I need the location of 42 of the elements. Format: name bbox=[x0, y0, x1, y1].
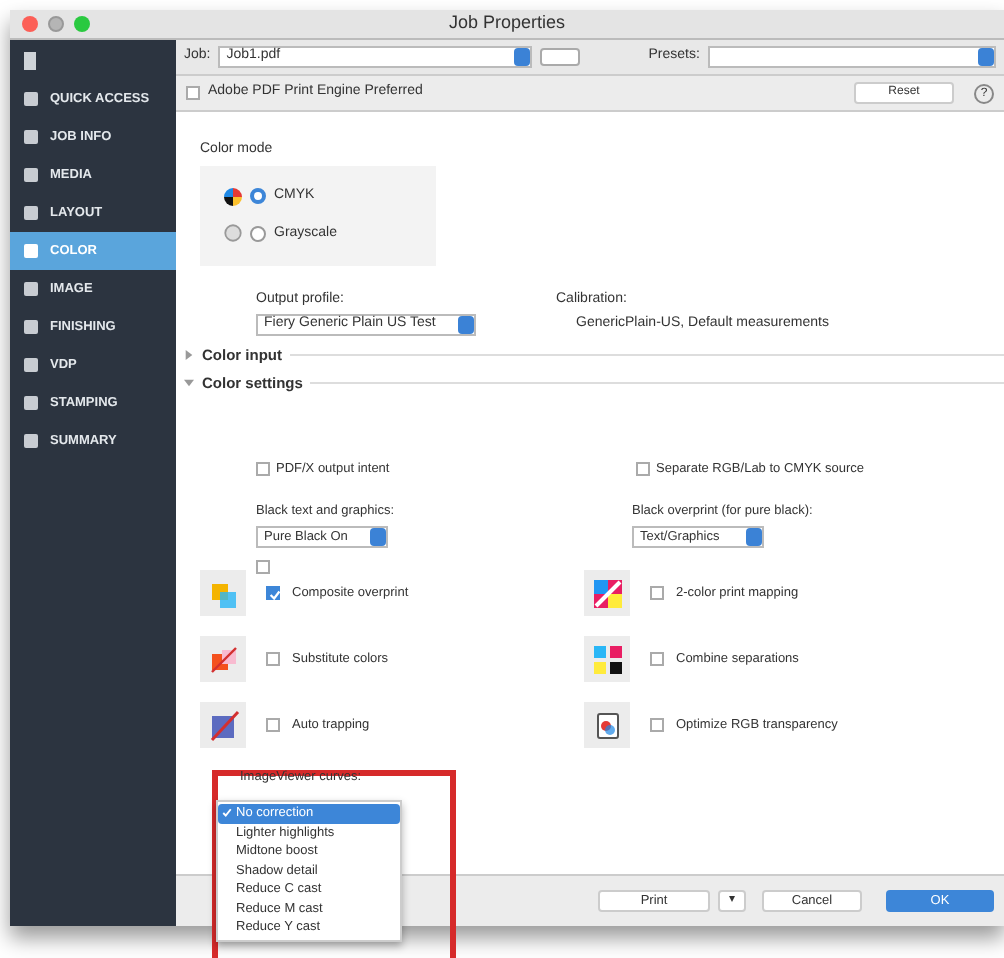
checkbox[interactable] bbox=[266, 718, 280, 732]
sidebar-icon bbox=[24, 396, 38, 410]
zoom-icon[interactable] bbox=[74, 16, 90, 32]
checkbox[interactable] bbox=[256, 560, 270, 574]
checkbox[interactable] bbox=[266, 652, 280, 666]
substitute-colors-icon bbox=[207, 643, 239, 675]
stepper-icon bbox=[978, 48, 994, 66]
checkbox[interactable] bbox=[266, 586, 280, 600]
radio-button[interactable] bbox=[250, 188, 266, 205]
color-mapping-icon bbox=[591, 577, 623, 609]
sidebar-icon bbox=[24, 206, 38, 220]
sidebar-icon bbox=[24, 92, 38, 106]
grayscale-icon bbox=[224, 224, 242, 243]
window-title: Job Properties bbox=[448, 10, 566, 37]
stepper-icon bbox=[746, 528, 762, 546]
checkbox[interactable] bbox=[650, 586, 664, 600]
checkbox[interactable] bbox=[256, 461, 270, 476]
trapping-icon bbox=[207, 709, 239, 741]
checkbox[interactable] bbox=[650, 718, 664, 732]
sidebar-icon bbox=[24, 282, 38, 296]
checkmark-icon bbox=[222, 808, 232, 819]
sidebar-icon bbox=[24, 434, 38, 448]
color-wheel-icon bbox=[224, 187, 242, 206]
checkbox[interactable] bbox=[636, 461, 650, 476]
checkbox[interactable] bbox=[650, 652, 664, 666]
sidebar-icon bbox=[24, 244, 38, 258]
transparency-icon bbox=[591, 709, 623, 741]
sidebar-icon bbox=[24, 358, 38, 372]
navigation-buttons[interactable] bbox=[540, 48, 581, 66]
stepper-icon bbox=[514, 48, 531, 66]
sidebar-icon bbox=[24, 168, 38, 182]
stepper-icon bbox=[458, 316, 474, 334]
stepper-icon bbox=[370, 528, 386, 546]
sidebar-icon bbox=[24, 320, 38, 334]
checkbox[interactable] bbox=[186, 86, 200, 100]
page-icon bbox=[24, 51, 36, 69]
presets-dropdown[interactable] bbox=[707, 46, 996, 68]
sidebar-icon bbox=[24, 130, 38, 144]
close-icon[interactable] bbox=[22, 16, 38, 32]
minimize-icon[interactable] bbox=[48, 16, 64, 32]
separations-icon bbox=[591, 643, 623, 675]
radio-button[interactable] bbox=[250, 225, 266, 242]
